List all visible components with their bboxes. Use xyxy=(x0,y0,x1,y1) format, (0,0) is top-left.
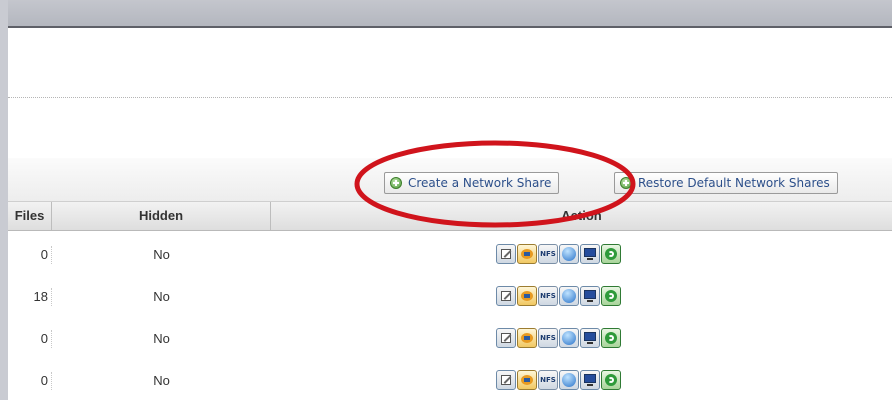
files-count: 0 xyxy=(8,234,52,276)
column-header-files[interactable]: Files xyxy=(8,202,52,230)
monitor-icon[interactable] xyxy=(580,286,600,306)
edit-icon[interactable] xyxy=(496,244,516,264)
nfs-icon[interactable]: NFS xyxy=(538,328,558,348)
column-header-action: Action xyxy=(561,208,602,223)
hidden-value: No xyxy=(153,289,170,304)
share-icon[interactable] xyxy=(517,244,537,264)
files-count: 0 xyxy=(8,318,52,360)
restore-default-shares-button[interactable]: Restore Default Network Shares xyxy=(614,172,838,194)
monitor-icon[interactable] xyxy=(580,370,600,390)
globe-icon[interactable] xyxy=(559,244,579,264)
edit-icon[interactable] xyxy=(496,370,516,390)
row-actions: NFS xyxy=(496,244,621,266)
monitor-icon[interactable] xyxy=(580,328,600,348)
create-network-share-button[interactable]: Create a Network Share xyxy=(384,172,560,194)
table-row: 18 No NFS xyxy=(8,276,892,318)
edit-icon[interactable] xyxy=(496,328,516,348)
restore-default-shares-label: Restore Default Network Shares xyxy=(638,176,830,190)
share-icon[interactable] xyxy=(517,328,537,348)
globe-icon[interactable] xyxy=(559,328,579,348)
hidden-value: No xyxy=(153,373,170,388)
row-actions: NFS xyxy=(496,370,621,392)
row-actions: NFS xyxy=(496,286,621,308)
network-shares-panel: Create a Network Share Restore Default N… xyxy=(8,28,892,400)
edit-icon[interactable] xyxy=(496,286,516,306)
share-icon[interactable] xyxy=(517,286,537,306)
globe-icon[interactable] xyxy=(559,286,579,306)
column-header-hidden[interactable]: Hidden xyxy=(52,202,271,230)
refresh-icon[interactable] xyxy=(601,370,621,390)
shares-toolbar: Create a Network Share Restore Default N… xyxy=(8,158,892,202)
files-count: 0 xyxy=(8,360,52,402)
add-icon xyxy=(390,177,402,189)
create-network-share-label: Create a Network Share xyxy=(408,176,552,190)
nfs-icon[interactable]: NFS xyxy=(538,286,558,306)
refresh-icon[interactable] xyxy=(601,244,621,264)
window-left-frame xyxy=(0,0,8,400)
share-icon[interactable] xyxy=(517,370,537,390)
nfs-icon[interactable]: NFS xyxy=(538,370,558,390)
globe-icon[interactable] xyxy=(559,370,579,390)
refresh-icon[interactable] xyxy=(601,286,621,306)
shares-table-header: Files Hidden Action xyxy=(8,202,892,231)
monitor-icon[interactable] xyxy=(580,244,600,264)
panel-spacer xyxy=(8,142,892,159)
hidden-value: No xyxy=(153,247,170,262)
table-row: 0 No NFS xyxy=(8,234,892,276)
hidden-value: No xyxy=(153,331,170,346)
window-title-bar xyxy=(0,0,892,28)
refresh-icon[interactable] xyxy=(601,328,621,348)
table-row: 0 No NFS xyxy=(8,360,892,402)
section-divider xyxy=(8,97,892,98)
files-count: 18 xyxy=(8,276,52,318)
add-icon xyxy=(620,177,632,189)
nfs-icon[interactable]: NFS xyxy=(538,244,558,264)
row-actions: NFS xyxy=(496,328,621,350)
table-row: 0 No NFS xyxy=(8,318,892,360)
